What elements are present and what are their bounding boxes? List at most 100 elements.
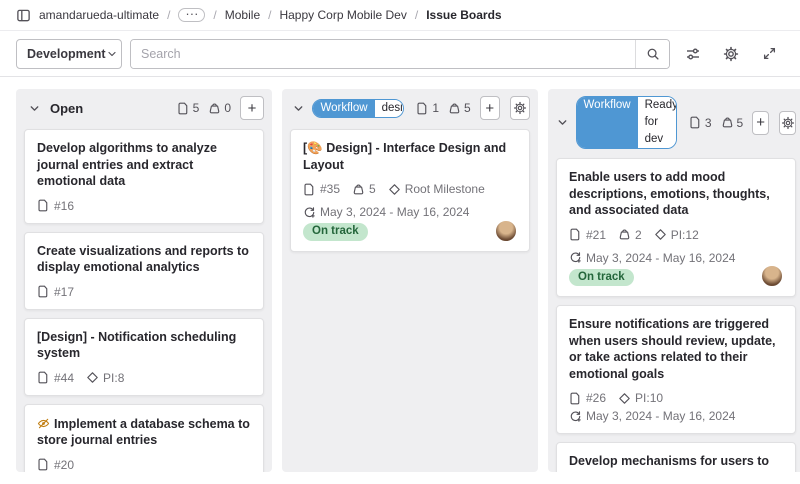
issue-title: [Design] - Notification scheduling syste… [37, 329, 251, 362]
breadcrumb-separator: / [415, 8, 418, 22]
column-scoped-label[interactable]: Workflow design [312, 99, 404, 118]
issue-type-icon [37, 285, 50, 298]
issue-reference: #35 [303, 182, 340, 196]
issue-title: Develop algorithms to analyze journal en… [37, 140, 251, 190]
iteration-icon [569, 410, 582, 423]
issue-milestone: PI:12 [654, 228, 699, 242]
card-meta-row: #21 2 PI:12 [569, 228, 783, 242]
issue-title: Create visualizations and reports to dis… [37, 243, 251, 276]
issue-weight: 2 [618, 228, 642, 242]
issue-card[interactable]: Implement a database schema to store jou… [24, 404, 264, 473]
issue-title: Implement a database schema to store jou… [37, 415, 251, 449]
board-column: Workflow design 1 5 + [🎨 Design] - Inter… [282, 89, 538, 472]
card-meta-row: #20 [37, 458, 251, 472]
column-weight-count: 5 [448, 101, 471, 115]
breadcrumb-separator: / [167, 8, 170, 22]
breadcrumb-current-page: Issue Boards [426, 8, 501, 22]
issue-type-icon [37, 371, 50, 384]
breadcrumb-subgroup[interactable]: Happy Corp Mobile Dev [279, 8, 406, 22]
iteration-icon [569, 251, 582, 264]
column-settings-button[interactable] [779, 111, 796, 135]
health-status-badge: On track [569, 269, 634, 287]
column-header: Workflow Ready for dev 3 5 + [548, 89, 800, 154]
issue-card[interactable]: Ensure notifications are triggered when … [556, 305, 796, 434]
weight-icon [448, 102, 461, 115]
issue-card[interactable]: Create visualizations and reports to dis… [24, 232, 264, 310]
chevron-down-icon [28, 102, 41, 115]
issue-reference: #17 [37, 285, 74, 299]
label-value: Ready for dev [638, 97, 677, 148]
weight-icon [208, 102, 221, 115]
fullscreen-button[interactable] [754, 39, 784, 69]
column-header: Open 5 0 + [16, 89, 272, 125]
issue-type-icon [177, 102, 190, 115]
add-issue-button[interactable]: + [240, 96, 264, 120]
add-issue-button[interactable]: + [752, 111, 769, 135]
avatar[interactable] [495, 220, 517, 242]
issue-type-icon [569, 392, 582, 405]
issue-title: Develop mechanisms for users to monitor … [569, 453, 783, 472]
sidebar-toggle-icon[interactable] [16, 8, 31, 23]
breadcrumb: amandarueda-ultimate / ··· / Mobile / Ha… [0, 0, 800, 31]
card-meta-row: May 3, 2024 - May 16, 2024 On track [303, 205, 517, 241]
collapse-column-button[interactable] [556, 113, 570, 133]
issue-reference: #26 [569, 391, 606, 405]
column-issue-count: 3 [689, 116, 712, 130]
breadcrumb-separator: / [213, 8, 216, 22]
avatar[interactable] [761, 265, 783, 287]
gear-icon [513, 101, 527, 115]
search-icon [646, 47, 660, 61]
issue-card[interactable]: [🎨 Design] - Interface Design and Layout… [290, 129, 530, 252]
issue-reference: #21 [569, 228, 606, 242]
card-list: Develop algorithms to analyze journal en… [16, 125, 272, 472]
issue-reference: #44 [37, 371, 74, 385]
board-column: Open 5 0 + Develop algorithms to analyze… [16, 89, 272, 472]
issue-board: Open 5 0 + Develop algorithms to analyze… [0, 77, 800, 484]
card-meta-row: #44 PI:8 [37, 371, 251, 385]
weight-icon [618, 228, 631, 241]
issue-type-icon [689, 116, 702, 129]
search-input[interactable] [131, 40, 635, 68]
issue-type-icon [569, 228, 582, 241]
collapse-column-button[interactable] [290, 98, 306, 118]
collapse-column-button[interactable] [24, 98, 44, 118]
column-header: Workflow design 1 5 + [282, 89, 538, 125]
card-meta-row: May 3, 2024 - May 16, 2024 On track [569, 251, 783, 287]
column-weight-count: 5 [721, 116, 744, 130]
issue-milestone: PI:8 [86, 371, 124, 385]
chevron-down-icon [556, 116, 569, 129]
breadcrumb-project[interactable]: amandarueda-ultimate [39, 8, 159, 22]
board-column: Workflow Ready for dev 3 5 + Enable user… [548, 89, 800, 472]
chevron-down-icon [292, 102, 305, 115]
column-settings-button[interactable] [510, 96, 530, 120]
label-scope: Workflow [577, 97, 638, 148]
card-meta-row: #16 [37, 199, 251, 213]
add-issue-button[interactable]: + [480, 96, 500, 120]
board-switcher-dropdown[interactable]: Development [16, 39, 122, 69]
board-config-button[interactable] [678, 39, 708, 69]
issue-title: [🎨 Design] - Interface Design and Layout [303, 140, 517, 173]
column-scoped-label[interactable]: Workflow Ready for dev [576, 96, 677, 149]
board-settings-button[interactable] [716, 39, 746, 69]
label-value: design [375, 100, 405, 117]
issue-reference: #20 [37, 458, 74, 472]
search-button[interactable] [635, 40, 669, 68]
assignee-avatars [761, 265, 783, 287]
card-meta-row: #26PI:10May 3, 2024 - May 16, 2024 [569, 391, 783, 423]
issue-title: Enable users to add mood descriptions, e… [569, 169, 783, 219]
issue-card[interactable]: [Design] - Notification scheduling syste… [24, 318, 264, 396]
gear-icon [781, 116, 795, 130]
weight-icon [721, 116, 734, 129]
issue-card[interactable]: Develop algorithms to analyze journal en… [24, 129, 264, 224]
issue-type-icon [37, 458, 50, 471]
issue-card[interactable]: Develop mechanisms for users to monitor … [556, 442, 796, 472]
breadcrumb-ellipsis-button[interactable]: ··· [178, 8, 205, 22]
maximize-icon [762, 46, 777, 61]
milestone-icon [618, 392, 631, 405]
health-status-badge: On track [303, 223, 368, 241]
issue-type-icon [37, 199, 50, 212]
breadcrumb-group[interactable]: Mobile [225, 8, 260, 22]
chevron-down-icon [106, 48, 118, 60]
issue-card[interactable]: Enable users to add mood descriptions, e… [556, 158, 796, 297]
board-toolbar: Development [0, 31, 800, 77]
